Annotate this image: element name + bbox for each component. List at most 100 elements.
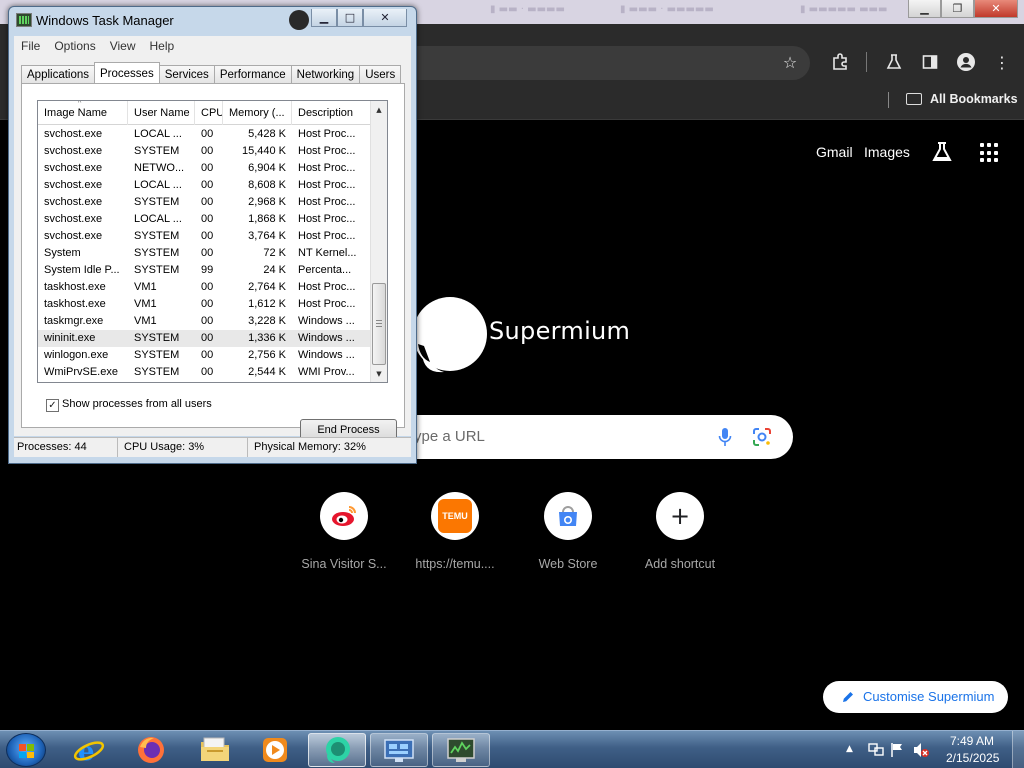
process-row[interactable]: taskmgr.exe VM1 00 3,228 K Windows ... [38, 313, 371, 330]
tab-processes[interactable]: Processes [94, 62, 160, 83]
tab-services[interactable]: Services [158, 65, 215, 83]
tab-applications[interactable]: Applications [21, 65, 96, 83]
cell-memory: 6,904 K [248, 162, 286, 174]
lens-camera-icon[interactable] [752, 427, 772, 447]
process-row[interactable]: taskhost.exe VM1 00 1,612 K Host Proc... [38, 296, 371, 313]
labs-flask-icon[interactable] [882, 50, 906, 74]
tab-networking[interactable]: Networking [290, 65, 361, 83]
clock-time[interactable]: 7:49 AM [950, 734, 994, 748]
menu-options[interactable]: Options [47, 36, 102, 56]
column-header-image-name[interactable]: ^ Image Name [38, 101, 128, 125]
pencil-icon [843, 692, 853, 702]
restore-button[interactable]: ❐ [941, 0, 974, 18]
tab-ghost[interactable]: ▮ ▬▬ · ▬▬▬▬ [490, 4, 565, 20]
close-button[interactable]: ✕ [974, 0, 1018, 18]
shortcut-tile[interactable]: + Add shortcut [625, 492, 735, 571]
shortcut-tile[interactable]: Sina Visitor S... [289, 492, 399, 571]
process-row[interactable]: System Idle P... SYSTEM 99 24 K Percenta... [38, 262, 371, 279]
tab-users[interactable]: Users [359, 65, 402, 83]
shortcut-tile[interactable]: TEMU https://temu.... [400, 492, 510, 571]
menu-kebab-icon[interactable]: ⋮ [990, 50, 1014, 74]
cell-description: Host Proc... [298, 281, 356, 293]
extensions-icon[interactable] [828, 50, 852, 74]
process-list[interactable]: ^ Image Name User Name CPU Memory (... D… [37, 100, 388, 383]
microphone-icon[interactable] [718, 427, 732, 447]
cell-memory: 2,544 K [248, 366, 286, 378]
menu-help[interactable]: Help [143, 36, 182, 56]
process-row[interactable]: svchost.exe SYSTEM 00 3,764 K Host Proc... [38, 228, 371, 245]
vertical-scrollbar[interactable]: ▲ ▼ [370, 101, 387, 382]
show-all-users-checkbox[interactable]: ✓ [46, 399, 59, 412]
side-panel-icon[interactable] [918, 50, 942, 74]
process-row[interactable]: svchost.exe SYSTEM 00 2,968 K Host Proc... [38, 194, 371, 211]
folder-icon [906, 93, 922, 105]
menu-file[interactable]: File [14, 36, 47, 56]
maximize-button[interactable]: □ [337, 9, 363, 27]
show-desktop-button[interactable] [1012, 731, 1024, 768]
process-row[interactable]: wininit.exe SYSTEM 00 1,336 K Windows ... [38, 330, 371, 347]
cell-description: Windows ... [298, 315, 355, 327]
menu-view[interactable]: View [103, 36, 143, 56]
bookmark-star-icon[interactable]: ☆ [778, 50, 802, 74]
process-row[interactable]: svchost.exe LOCAL ... 00 5,428 K Host Proc..… [38, 126, 371, 143]
title-bar[interactable]: Windows Task Manager ▁ □ ✕ [9, 7, 416, 35]
process-row[interactable]: svchost.exe SYSTEM 00 15,440 K Host Proc... [38, 143, 371, 160]
images-link[interactable]: Images [864, 144, 910, 160]
column-header-label: Image Name [44, 107, 107, 119]
clock-date[interactable]: 2/15/2025 [946, 751, 999, 765]
cell-image-name: svchost.exe [44, 230, 103, 242]
show-all-users-label[interactable]: Show processes from all users [62, 398, 212, 410]
taskbar-media-player[interactable] [246, 733, 304, 767]
google-apps-icon[interactable] [980, 143, 1000, 163]
process-row[interactable]: svchost.exe LOCAL ... 00 1,868 K Host Proc..… [38, 211, 371, 228]
show-hidden-icons-icon[interactable]: ▲ [846, 744, 853, 754]
column-header-cpu[interactable]: CPU [195, 101, 223, 125]
scrollbar-thumb[interactable] [372, 283, 386, 365]
profile-avatar-icon[interactable] [954, 50, 978, 74]
cell-user-name: VM1 [134, 315, 157, 327]
labs-flask-icon[interactable] [930, 140, 954, 164]
taskbar-remote-desktop[interactable] [370, 733, 428, 767]
taskbar-firefox[interactable] [122, 733, 180, 767]
cell-cpu: 00 [201, 332, 214, 344]
network-icon[interactable] [868, 742, 884, 758]
taskbar-windows-explorer[interactable] [186, 733, 244, 767]
cell-memory: 15,440 K [241, 145, 286, 157]
process-row[interactable]: winlogon.exe SYSTEM 00 2,756 K Windows ... [38, 347, 371, 364]
processes-panel: ^ Image Name User Name CPU Memory (... D… [21, 83, 405, 441]
shortcut-tile[interactable]: Web Store [513, 492, 623, 571]
supermium-icon [326, 737, 350, 763]
process-row[interactable]: taskhost.exe VM1 00 2,764 K Host Proc... [38, 279, 371, 296]
taskbar-internet-explorer[interactable]: e [60, 733, 118, 767]
internet-explorer-icon: e [73, 737, 105, 765]
customise-button[interactable]: Customise Supermium [823, 681, 1008, 713]
column-header-memory[interactable]: Memory (... [223, 101, 292, 125]
start-button[interactable] [6, 733, 46, 767]
cell-image-name: svchost.exe [44, 162, 103, 174]
minimize-button[interactable]: ▁ [908, 0, 941, 18]
volume-muted-icon[interactable] [912, 741, 930, 759]
search-box[interactable]: ype a URL [408, 415, 793, 459]
close-button[interactable]: ✕ [363, 9, 407, 27]
tab-ghost[interactable]: ▮ ▬▬▬▬▬ ▬▬▬ [800, 4, 887, 20]
process-rows: svchost.exe LOCAL ... 00 5,428 K Host Proc..… [38, 126, 371, 381]
process-row[interactable]: System SYSTEM 00 72 K NT Kernel... [38, 245, 371, 262]
minimize-button[interactable]: ▁ [311, 9, 337, 27]
column-header-description[interactable]: Description [292, 101, 371, 125]
task-manager-body: Applications Processes Services Performa… [14, 56, 411, 441]
process-row[interactable]: svchost.exe NETWO... 00 6,904 K Host Proc... [38, 160, 371, 177]
taskbar-task-manager[interactable] [432, 733, 490, 767]
task-manager-icon [447, 738, 475, 762]
process-row[interactable]: WmiPrvSE.exe SYSTEM 00 2,544 K WMI Prov... [38, 364, 371, 381]
action-center-flag-icon[interactable] [890, 742, 904, 758]
column-header-user-name[interactable]: User Name [128, 101, 195, 125]
tab-ghost[interactable]: ▮ ▬▬▬ · ▬▬▬▬▬ [620, 4, 714, 20]
scroll-up-icon[interactable]: ▲ [371, 101, 387, 118]
taskbar-supermium[interactable] [308, 733, 366, 767]
gmail-link[interactable]: Gmail [816, 144, 853, 160]
cell-image-name: winlogon.exe [44, 349, 109, 361]
tab-performance[interactable]: Performance [213, 65, 292, 83]
process-row[interactable]: svchost.exe LOCAL ... 00 8,608 K Host Proc..… [38, 177, 371, 194]
all-bookmarks-button[interactable]: All Bookmarks [930, 92, 1018, 106]
scroll-down-icon[interactable]: ▼ [371, 365, 387, 382]
